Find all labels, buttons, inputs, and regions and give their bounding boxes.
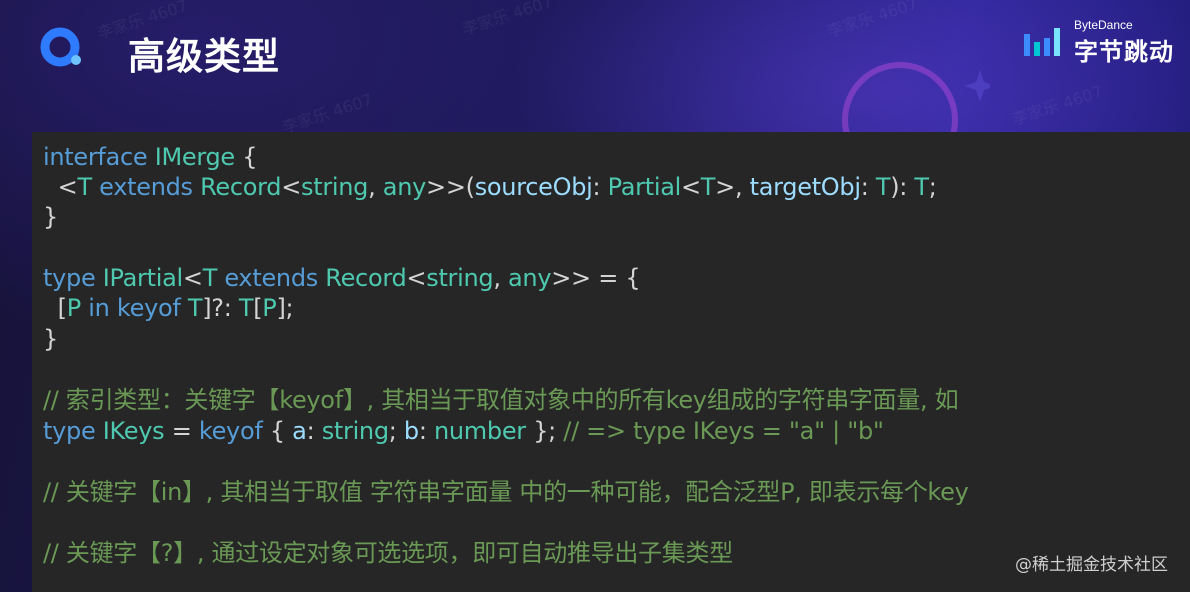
code-token: < [43,173,78,201]
code-line: type IKeys = keyof { a: string; b: numbe… [43,416,884,446]
code-token: type [43,264,96,292]
code-token: Partial [607,173,682,201]
source-credit: @稀土掘金技术社区 [1015,555,1168,575]
code-token: { [262,417,293,445]
course-logo-icon [40,27,81,67]
code-token: ): [890,173,915,201]
code-token: [ [253,294,263,322]
code-token: in keyof [80,294,188,322]
code-token: = [164,417,199,445]
code-token: >> = { [551,264,641,292]
code-line: // 关键字【in】, 其相当于取值 字符串字面量 中的一种可能，配合泛型P, … [43,477,969,507]
code-token: type [43,417,96,445]
code-token: } [43,325,58,353]
code-token: string [301,173,369,201]
slide-title: 高级类型 [128,35,280,78]
code-token: T [700,173,716,201]
code-token: : [306,417,322,445]
code-line: interface IMerge { [43,142,258,172]
code-token: interface [43,143,148,171]
decorative-illustration [842,62,990,140]
code-token: a [292,417,307,445]
code-token: targetObj [749,173,861,201]
code-token: T [875,173,891,201]
code-token: // 关键字【in】, 其相当于取值 字符串字面量 中的一种可能，配合泛型P, … [43,478,969,506]
code-token: >>( [426,173,475,201]
code-token: ; [388,417,404,445]
code-token: Record [200,173,282,201]
code-token: >, [715,173,750,201]
code-token: }; [525,417,564,445]
code-token: : [418,417,434,445]
code-token: T [914,173,929,201]
code-token: number [433,417,526,445]
code-token: ; [928,173,937,201]
code-token: , [368,173,383,201]
code-token: string [426,264,494,292]
code-token: P [66,294,81,322]
code-token: < [182,264,203,292]
bytedance-logo-icon [1024,28,1060,56]
code-line: // 关键字【?】, 通过设定对象可选选项，即可自动推导出子集类型 [43,538,733,568]
code-token: < [680,173,701,201]
code-token: keyof [198,417,263,445]
code-token: any [508,264,552,292]
code-token: T [202,264,218,292]
code-line: } [43,324,58,354]
code-token: ]?: [202,294,239,322]
code-token: < [281,173,302,201]
bytedance-brand: ByteDance 字节跳动 [1022,16,1187,66]
code-line: } [43,202,58,232]
code-token: { [234,143,258,171]
code-line: [P in keyof T]?: T[P]; [43,293,294,323]
code-token: T [187,294,203,322]
code-token: } [43,203,58,231]
code-line: <T extends Record<string, any>>(sourceOb… [43,172,937,202]
code-token: T [238,294,254,322]
code-line: type IPartial<T extends Record<string, a… [43,263,641,293]
code-token: string [321,417,389,445]
code-token: extends [217,264,326,292]
code-token: T [77,173,92,201]
code-token: ]; [276,294,294,322]
code-token: IPartial [102,264,183,292]
code-token: IMerge [154,143,236,171]
code-token: < [406,264,427,292]
brand-name-cn: 字节跳动 [1074,38,1174,66]
code-token: // => type IKeys = "a" | "b" [563,417,884,445]
code-block: interface IMerge { <T extends Record<str… [32,132,1190,592]
code-token: : [592,173,608,201]
code-token: P [262,294,277,322]
brand-name-en: ByteDance [1074,18,1133,32]
code-token: : [860,173,876,201]
code-token: any [382,173,427,201]
code-token: extends [91,173,201,201]
code-token: // 关键字【?】, 通过设定对象可选选项，即可自动推导出子集类型 [43,539,733,567]
code-line: // 索引类型：关键字【keyof】, 其相当于取值对象中的所有key组成的字符… [43,385,959,415]
code-token: Record [325,264,407,292]
code-token: IKeys [102,417,165,445]
code-token: b [403,417,419,445]
code-token: , [493,264,509,292]
code-token: [ [43,294,67,322]
code-token: // 索引类型：关键字【keyof】, 其相当于取值对象中的所有key组成的字符… [43,386,959,414]
code-token: sourceObj [474,173,593,201]
